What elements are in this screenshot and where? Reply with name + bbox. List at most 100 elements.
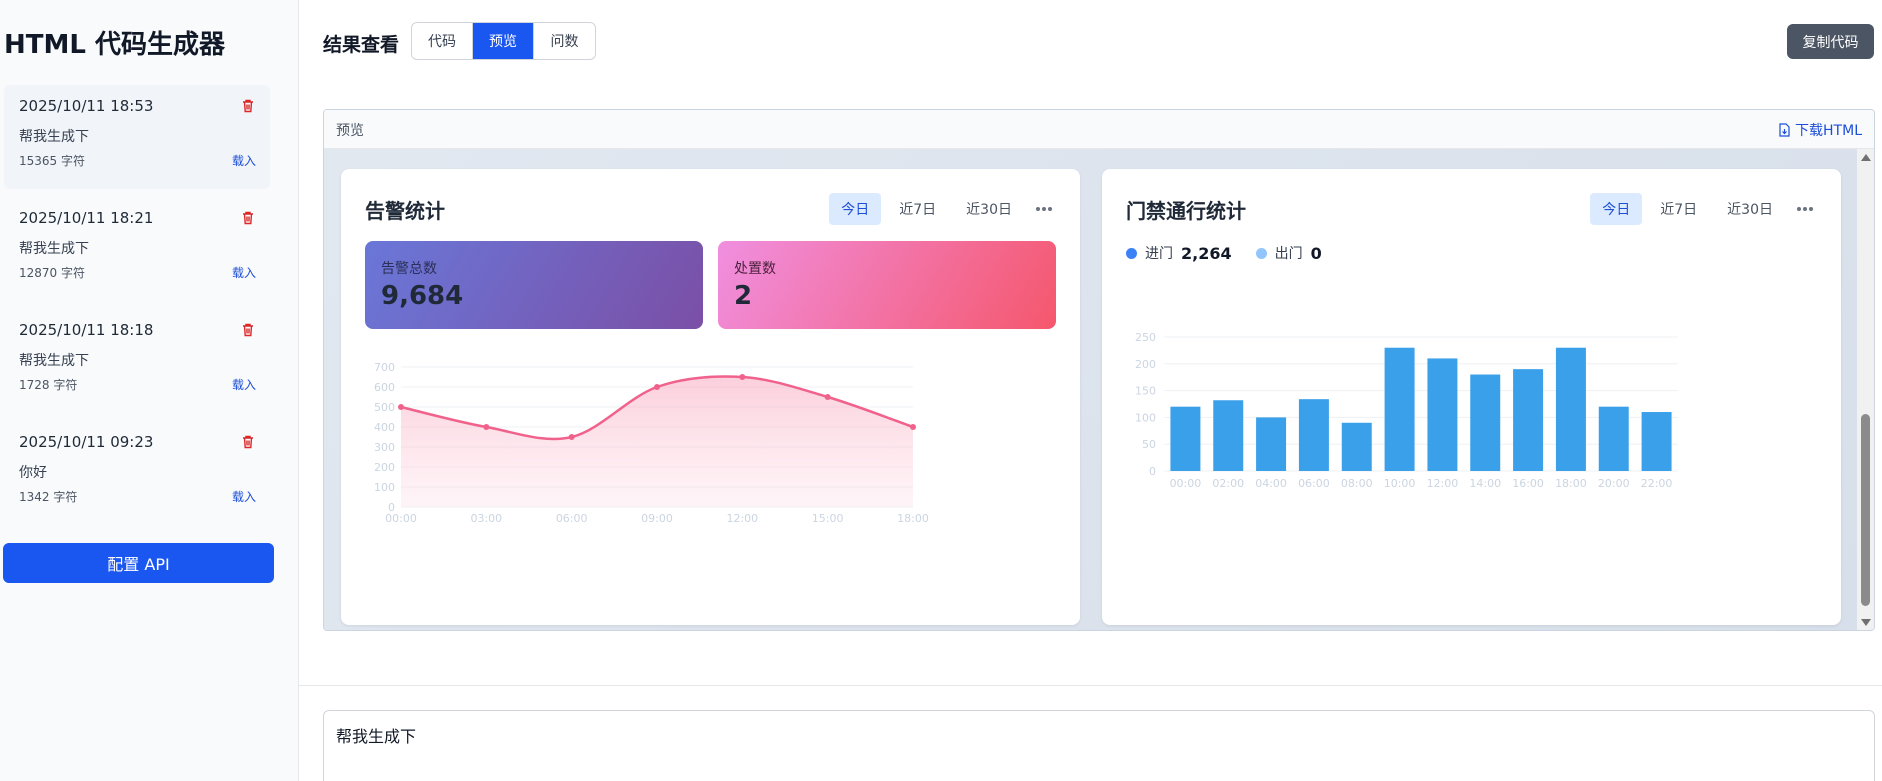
y-tick-label: 100 — [374, 481, 395, 494]
x-tick-label: 22:00 — [1641, 477, 1673, 490]
y-tick-label: 200 — [374, 461, 395, 474]
load-button[interactable]: 载入 — [232, 488, 256, 505]
load-button[interactable]: 载入 — [232, 376, 256, 393]
period-tabs: 今日 近7日 近30日 — [823, 193, 1058, 225]
x-tick-label: 03:00 — [470, 512, 502, 525]
x-tick-label: 06:00 — [556, 512, 588, 525]
period-30d[interactable]: 近30日 — [954, 193, 1024, 225]
y-tick-label: 0 — [1149, 465, 1156, 478]
trash-icon[interactable] — [240, 434, 256, 450]
access-bar — [1213, 400, 1244, 471]
handled-label: 处置数 — [734, 261, 776, 277]
preview-toolbar: 预览 下载HTML — [324, 110, 1874, 149]
preview-label: 预览 — [336, 123, 364, 139]
period-today[interactable]: 今日 — [829, 193, 882, 225]
scroll-up-icon[interactable] — [1861, 154, 1871, 161]
history-date: 2025/10/11 09:23 — [19, 433, 154, 451]
access-bar-chart: 0 50 100 150 200 250 00:00 02:00 04:00 06:00 08:00… — [1135, 331, 1678, 490]
preview-panel: 预览 下载HTML 告警统计 今日 近7日 近30日 告警总数 9,684 处置… — [323, 109, 1875, 631]
y-tick-label: 600 — [374, 381, 395, 394]
history-size: 1342 字符 — [19, 490, 78, 504]
alarm-point — [824, 394, 831, 400]
handled-value: 2 — [734, 281, 753, 311]
in-dot — [1126, 247, 1137, 259]
x-tick-label: 12:00 — [1427, 477, 1459, 490]
access-bar — [1470, 374, 1501, 471]
load-button[interactable]: 载入 — [232, 152, 256, 169]
history-date: 2025/10/11 18:53 — [19, 97, 154, 115]
sidebar: HTML 代码生成器 2025/10/11 18:53 帮我生成下 15365 … — [0, 0, 299, 781]
y-tick-label: 500 — [374, 401, 395, 414]
access-bar — [1170, 406, 1201, 471]
alarm-stats-card: 告警统计 今日 近7日 近30日 告警总数 9,684 处置数 2 0 100 20… — [341, 169, 1080, 625]
y-tick-label: 50 — [1142, 438, 1156, 451]
preview-scrollbar[interactable] — [1857, 149, 1874, 630]
prompt-text: 帮我生成下 — [336, 727, 417, 746]
y-tick-label: 700 — [374, 361, 395, 374]
trash-icon[interactable] — [240, 210, 256, 226]
alarm-area — [401, 376, 913, 507]
x-tick-label: 10:00 — [1384, 477, 1416, 490]
alarm-point — [654, 384, 660, 390]
tab-ask-data[interactable]: 问数 — [534, 23, 595, 59]
x-tick-label: 12:00 — [726, 512, 758, 525]
access-stats-card: 门禁通行统计 今日 近7日 近30日 进门 2,264 出门 0 0 50 100 1… — [1102, 169, 1841, 625]
more-icon[interactable] — [1791, 193, 1819, 225]
alarm-point — [568, 434, 575, 440]
tab-preview[interactable]: 预览 — [473, 23, 534, 59]
config-api-button[interactable]: 配置 API — [3, 543, 274, 583]
y-tick-label: 400 — [374, 421, 395, 434]
x-tick-label: 00:00 — [385, 512, 417, 525]
more-icon[interactable] — [1030, 193, 1058, 225]
copy-code-button[interactable]: 复制代码 — [1787, 24, 1874, 59]
history-item[interactable]: 2025/10/11 09:23 你好 1342 字符 载入 — [4, 421, 270, 525]
history-item[interactable]: 2025/10/11 18:53 帮我生成下 15365 字符 载入 — [4, 85, 270, 189]
scroll-down-icon[interactable] — [1861, 619, 1871, 626]
history-size: 12870 字符 — [19, 266, 85, 280]
period-tabs: 今日 近7日 近30日 — [1584, 193, 1819, 225]
x-tick-label: 02:00 — [1212, 477, 1244, 490]
access-bar — [1384, 347, 1415, 471]
history-item[interactable]: 2025/10/11 18:21 帮我生成下 12870 字符 载入 — [4, 197, 270, 301]
x-tick-label: 09:00 — [641, 512, 673, 525]
in-value: 2,264 — [1181, 243, 1232, 263]
access-bar — [1256, 417, 1287, 471]
out-label: 出门 — [1274, 246, 1303, 262]
x-tick-label: 18:00 — [897, 512, 929, 525]
history-size: 15365 字符 — [19, 154, 85, 168]
y-tick-label: 250 — [1135, 331, 1156, 344]
in-label: 进门 — [1145, 246, 1173, 262]
period-30d[interactable]: 近30日 — [1715, 193, 1785, 225]
x-tick-label: 18:00 — [1555, 477, 1587, 490]
download-html-button[interactable]: 下载HTML — [1778, 120, 1862, 140]
tab-code[interactable]: 代码 — [412, 23, 473, 59]
view-tabs: 代码 预览 问数 — [411, 22, 596, 60]
file-download-icon — [1779, 123, 1790, 137]
access-bar — [1513, 369, 1544, 471]
load-button[interactable]: 载入 — [232, 264, 256, 281]
trash-icon[interactable] — [240, 322, 256, 338]
trash-icon[interactable] — [240, 98, 256, 114]
access-card-title: 门禁通行统计 — [1126, 199, 1246, 223]
period-7d[interactable]: 近7日 — [1648, 193, 1709, 225]
app-title: HTML 代码生成器 — [4, 30, 225, 60]
x-tick-label: 06:00 — [1298, 477, 1330, 490]
history-item[interactable]: 2025/10/11 18:18 帮我生成下 1728 字符 载入 — [4, 309, 270, 413]
period-7d[interactable]: 近7日 — [887, 193, 948, 225]
history-date: 2025/10/11 18:21 — [19, 209, 154, 227]
access-bar — [1298, 399, 1329, 471]
x-tick-label: 14:00 — [1469, 477, 1501, 490]
alarm-point — [398, 404, 404, 410]
y-tick-label: 100 — [1135, 411, 1156, 424]
access-legend: 进门 2,264 出门 0 — [1126, 243, 1346, 263]
scroll-thumb[interactable] — [1861, 414, 1870, 606]
download-label: 下载HTML — [1795, 123, 1862, 139]
page-title: 结果查看 — [323, 34, 400, 56]
prompt-input[interactable]: 帮我生成下 — [323, 710, 1875, 781]
y-tick-label: 200 — [1135, 358, 1156, 371]
alarm-point — [910, 424, 916, 430]
out-value: 0 — [1310, 243, 1322, 263]
x-tick-label: 04:00 — [1255, 477, 1287, 490]
alarm-total-value: 9,684 — [381, 281, 464, 311]
period-today[interactable]: 今日 — [1590, 193, 1643, 225]
